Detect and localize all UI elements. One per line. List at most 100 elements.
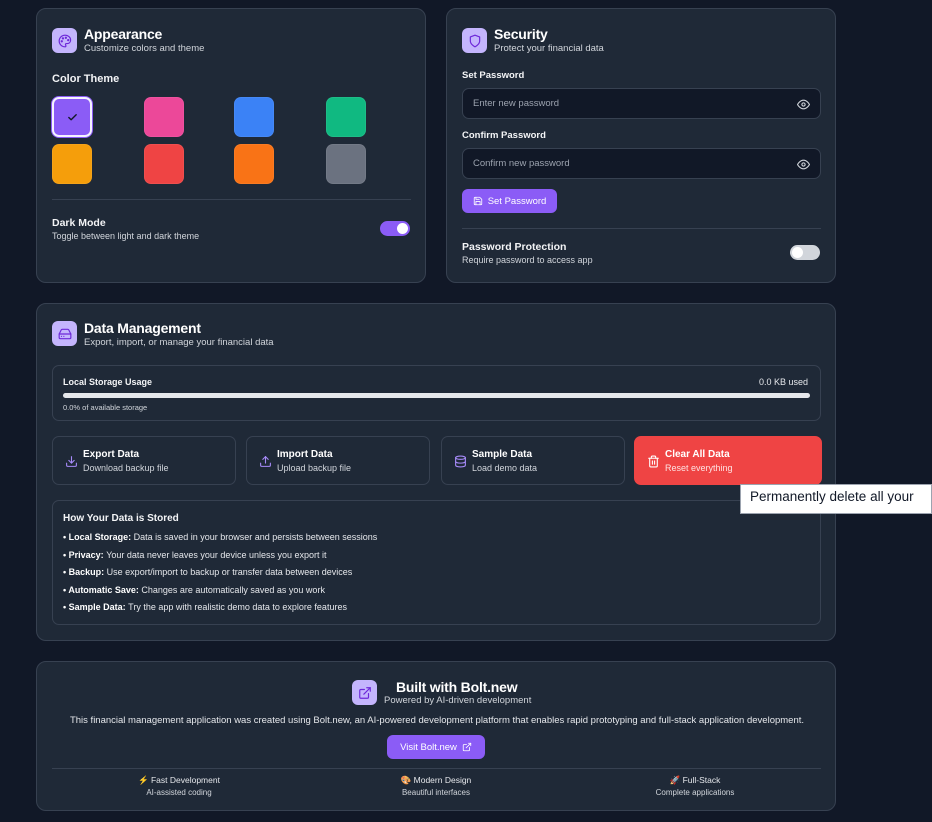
feature-title: 🚀 Full-Stack [669,775,721,785]
upload-icon [259,455,272,468]
hard-drive-icon [52,321,77,346]
visit-bolt-button[interactable]: Visit Bolt.new [387,735,485,759]
storage-usage-label: Local Storage Usage [63,377,153,387]
password-protection-toggle[interactable] [790,245,820,260]
info-item-label: • Automatic Save: [63,584,142,595]
visit-bolt-button-label: Visit Bolt.new [400,741,457,753]
info-item-label: • Local Storage: [63,532,134,542]
info-item-text: Your data never leaves your device unles… [106,549,327,560]
feature-subtitle: Beautiful interfaces [401,788,471,797]
import-data-button[interactable]: Import Data Upload backup file [246,436,430,485]
feature-item: ⚡ Fast Development AI-assisted coding [99,775,259,797]
action-subtitle: Upload backup file [277,463,352,473]
bolt-description: This financial management application wa… [69,715,805,726]
confirm-password-placeholder: Confirm new password [473,158,570,169]
appearance-subtitle: Customize colors and theme [84,43,205,54]
feature-item: 🚀 Full-Stack Complete applications [615,775,775,797]
storage-used-value: 0.0 KB used [758,377,808,387]
confirm-password-input[interactable]: Confirm new password [462,148,821,179]
info-item: • Sample Data: Try the app with realisti… [63,602,347,612]
new-password-placeholder: Enter new password [473,98,560,109]
eye-icon[interactable] [797,158,810,171]
action-title: Clear All Data [665,449,730,460]
security-card: Security Protect your financial data Set… [446,8,836,283]
toggle-knob [397,223,408,234]
dark-mode-toggle[interactable] [380,221,410,236]
storage-progress-bar [63,393,810,398]
set-password-button-label: Set Password [487,195,547,207]
security-title: Security [494,26,548,42]
action-subtitle: Download backup file [83,463,169,473]
info-item: • Backup: Use export/import to backup or… [63,567,352,577]
info-item: • Automatic Save: Changes are automatica… [63,585,325,595]
color-theme-label: Color Theme [52,73,120,85]
toggle-knob [792,247,803,258]
bolt-title: Built with Bolt.new [396,679,518,695]
security-divider [462,228,821,229]
new-password-input[interactable]: Enter new password [462,88,821,119]
info-item-label: • Sample Data: [63,602,129,613]
database-icon [454,455,467,468]
feature-subtitle: Complete applications [655,788,735,797]
info-item-text: Try the app with realistic demo data to … [128,602,347,613]
color-swatch-blue[interactable] [234,97,274,137]
external-link-icon [462,742,472,752]
download-icon [65,455,78,468]
data-management-title: Data Management [84,320,201,336]
info-item-text: Use export/import to backup or transfer … [106,567,353,578]
bolt-divider [52,768,821,769]
confirm-password-label: Confirm Password [462,130,546,141]
info-item: • Local Storage: Data is saved in your b… [63,532,377,542]
info-item-text: Data is saved in your browser and persis… [133,532,378,542]
appearance-title: Appearance [84,26,163,42]
info-item-label: • Privacy: [63,549,107,560]
external-link-icon [352,680,377,705]
clear-data-tooltip: Permanently delete all your [740,484,932,514]
export-data-button[interactable]: Export Data Download backup file [52,436,236,485]
clear-data-button[interactable]: Clear All Data Reset everything [634,436,822,485]
info-item-text: Changes are automatically saved as you w… [141,584,325,595]
shield-icon [462,28,487,53]
dark-mode-label: Dark Mode [52,217,106,229]
color-swatch-orange[interactable] [234,144,274,184]
action-title: Sample Data [472,449,533,460]
check-icon [54,99,90,135]
data-management-subtitle: Export, import, or manage your financial… [84,337,274,348]
trash-icon [647,455,660,468]
action-title: Import Data [277,449,333,460]
data-storage-info-panel: How Your Data is Stored • Local Storage:… [52,500,821,625]
dark-mode-description: Toggle between light and dark theme [52,231,200,241]
feature-title: ⚡ Fast Development [138,775,220,785]
info-item: • Privacy: Your data never leaves your d… [63,550,327,560]
feature-title: 🎨 Modern Design [400,775,472,785]
bolt-subtitle: Powered by AI-driven development [384,695,532,706]
feature-subtitle: AI-assisted coding [146,788,212,797]
action-subtitle: Reset everything [665,463,733,473]
feature-item: 🎨 Modern Design Beautiful interfaces [356,775,516,797]
color-swatch-emerald[interactable] [326,97,366,137]
sample-data-button[interactable]: Sample Data Load demo data [441,436,625,485]
color-swatch-pink[interactable] [144,97,184,137]
eye-icon[interactable] [797,98,810,111]
security-subtitle: Protect your financial data [494,43,604,54]
info-title: How Your Data is Stored [63,513,179,524]
color-swatch-gray[interactable] [326,144,366,184]
appearance-card: Appearance Customize colors and theme Co… [36,8,426,283]
color-swatch-amber[interactable] [52,144,92,184]
data-management-card: Data Management Export, import, or manag… [36,303,836,641]
set-password-label: Set Password [462,70,525,81]
password-protection-description: Require password to access app [462,255,593,265]
storage-usage-panel: Local Storage Usage 0.0 KB used 0.0% of … [52,365,821,421]
bolt-card: Built with Bolt.new Powered by AI-driven… [36,661,836,811]
password-protection-label: Password Protection [462,241,567,253]
storage-percent-text: 0.0% of available storage [63,403,148,412]
save-icon [473,196,482,206]
info-item-label: • Backup: [63,567,107,578]
color-swatch-red[interactable] [144,144,184,184]
action-title: Export Data [83,449,140,460]
action-subtitle: Load demo data [472,463,538,473]
palette-icon [52,28,77,53]
set-password-button[interactable]: Set Password [462,189,557,213]
appearance-divider [52,199,411,200]
color-swatch-violet[interactable] [52,97,92,137]
